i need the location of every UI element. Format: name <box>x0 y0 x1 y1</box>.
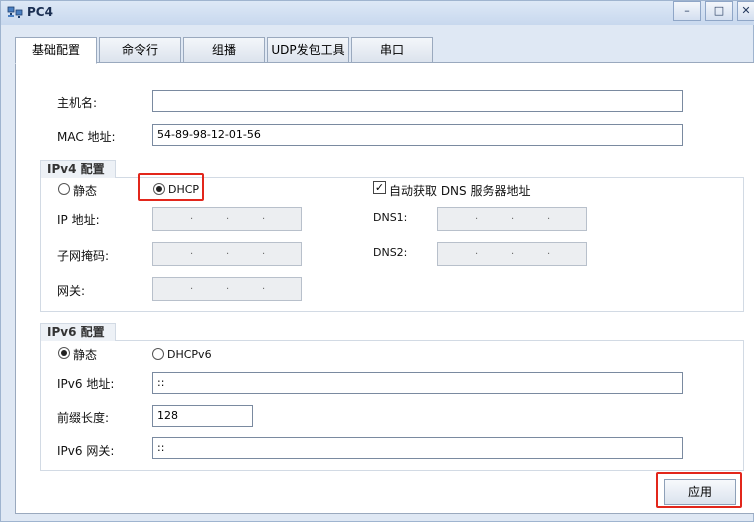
ipv6-group-title: IPv6 配置 <box>40 323 116 341</box>
dns2-label: DNS2: <box>373 246 408 259</box>
pc-app-icon <box>7 6 23 18</box>
dns1-label: DNS1: <box>373 211 408 224</box>
dhcpv6-radio[interactable] <box>152 348 164 360</box>
mac-label: MAC 地址: <box>57 130 116 144</box>
ipv6-static-radio[interactable] <box>58 347 70 359</box>
tab-udp-tool[interactable]: UDP发包工具 <box>267 37 349 63</box>
dns1-input: ... <box>437 207 587 231</box>
ipv4-group-title: IPv4 配置 <box>40 160 116 178</box>
dns2-input: ... <box>437 242 587 266</box>
tab-command-line[interactable]: 命令行 <box>99 37 181 63</box>
auto-dns-label: 自动获取 DNS 服务器地址 <box>389 184 531 198</box>
tab-serial[interactable]: 串口 <box>351 37 433 63</box>
apply-highlight-box <box>656 472 742 508</box>
hostname-label: 主机名: <box>57 96 98 110</box>
ipv6-static-label: 静态 <box>73 348 98 362</box>
basic-config-panel: 主机名: MAC 地址: 54-89-98-12-01-56 IPv4 配置 静… <box>15 62 754 514</box>
prefix-length-label: 前缀长度: <box>57 411 110 425</box>
mac-address-input[interactable]: 54-89-98-12-01-56 <box>152 124 683 146</box>
gateway-label: 网关: <box>57 284 86 298</box>
subnet-mask-label: 子网掩码: <box>57 249 110 263</box>
prefix-length-input[interactable]: 128 <box>152 405 253 427</box>
dhcpv6-label: DHCPv6 <box>167 348 212 361</box>
gateway-input: ... <box>152 277 302 301</box>
tab-basic-config[interactable]: 基础配置 <box>15 37 97 64</box>
dhcp-highlight-box <box>138 173 204 201</box>
pc4-config-window: PC4 – □ ✕ 基础配置 命令行 组播 UDP发包工具 串口 主机名: MA… <box>0 0 754 522</box>
ipv6-gateway-input[interactable]: :: <box>152 437 683 459</box>
ip-address-input: ... <box>152 207 302 231</box>
ip-address-label: IP 地址: <box>57 213 100 227</box>
ipv6-gateway-label: IPv6 网关: <box>57 444 115 458</box>
minimize-button[interactable]: – <box>673 1 701 21</box>
ipv6-address-label: IPv6 地址: <box>57 377 115 391</box>
tab-multicast[interactable]: 组播 <box>183 37 265 63</box>
title-bar[interactable]: PC4 – □ ✕ <box>1 1 754 25</box>
window-title: PC4 <box>27 5 53 19</box>
subnet-mask-input: ... <box>152 242 302 266</box>
hostname-input[interactable] <box>152 90 683 112</box>
maximize-button[interactable]: □ <box>705 1 733 21</box>
close-button[interactable]: ✕ <box>737 1 754 21</box>
ipv4-static-radio[interactable] <box>58 183 70 195</box>
auto-dns-checkbox[interactable]: ✓ <box>373 181 386 194</box>
ipv4-static-label: 静态 <box>73 184 98 198</box>
ipv6-address-input[interactable]: :: <box>152 372 683 394</box>
